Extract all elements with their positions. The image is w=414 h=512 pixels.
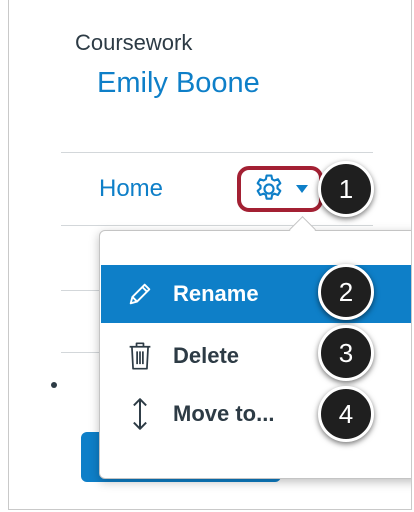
callout-badge: 1 <box>318 161 374 217</box>
trash-icon <box>125 340 155 372</box>
divider <box>61 152 373 153</box>
list-bullet <box>51 382 57 388</box>
breadcrumb: Coursework <box>75 30 193 55</box>
pencil-icon <box>125 278 155 310</box>
callout-badge: 4 <box>318 386 374 442</box>
menu-item-label: Delete <box>173 343 240 368</box>
divider <box>61 225 373 226</box>
menu-item-label: Move to... <box>173 401 275 426</box>
callout-badge: 2 <box>318 264 374 320</box>
nav-home-link[interactable]: Home <box>99 175 163 203</box>
callout-badge: 3 <box>318 325 374 381</box>
gear-icon <box>252 172 286 206</box>
menu-item-label: Rename <box>173 281 259 306</box>
settings-menu-button[interactable] <box>237 166 323 212</box>
caret-down-icon <box>296 184 308 194</box>
user-name-link[interactable]: Emily Boone <box>97 67 260 100</box>
move-vertical-icon <box>125 398 155 430</box>
